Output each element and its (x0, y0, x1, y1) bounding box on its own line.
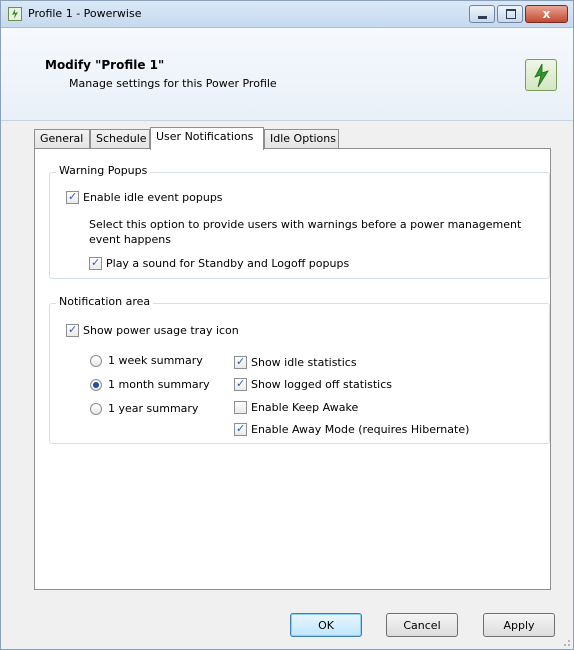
window-title: Profile 1 - Powerwise (28, 7, 142, 20)
checkbox-label: Show logged off statistics (251, 378, 393, 391)
enable-away-mode-option[interactable]: Enable Away Mode (requires Hibernate) (234, 422, 470, 436)
radio-label: 1 month summary (108, 378, 210, 391)
tab-label: General (40, 132, 84, 145)
checkbox-label: Show idle statistics (251, 356, 357, 369)
enable-idle-popups-option[interactable]: Enable idle event popups (66, 190, 223, 204)
tab-label: User Notifications (156, 130, 254, 143)
show-idle-statistics-checkbox[interactable] (234, 355, 247, 369)
radio-label: 1 week summary (108, 354, 203, 367)
show-logged-off-statistics-checkbox[interactable] (234, 377, 247, 391)
close-button[interactable]: x (525, 5, 568, 23)
tab-idle-options[interactable]: Idle Options (264, 129, 339, 149)
play-sound-option[interactable]: Play a sound for Standby and Logoff popu… (89, 256, 350, 270)
maximize-icon (506, 9, 516, 19)
dialog-header: Modify "Profile 1" Manage settings for t… (1, 28, 573, 121)
resize-grip-icon[interactable] (561, 637, 571, 647)
checkbox-label: Show power usage tray icon (83, 324, 239, 337)
show-tray-icon-option[interactable]: Show power usage tray icon (66, 323, 239, 337)
radio-label: 1 year summary (108, 402, 199, 415)
summary-option-1-week[interactable]: 1 week summary (90, 354, 203, 367)
show-logged-off-statistics-option[interactable]: Show logged off statistics (234, 377, 393, 391)
enable-keep-awake-checkbox[interactable] (234, 401, 247, 414)
show-idle-statistics-option[interactable]: Show idle statistics (234, 355, 357, 369)
radio-button[interactable] (90, 378, 102, 391)
dialog-window: Profile 1 - Powerwise x Modify "Profile … (0, 0, 574, 650)
header-title: Modify "Profile 1" (45, 58, 165, 72)
tab-label: Idle Options (270, 132, 336, 145)
enable-away-mode-checkbox[interactable] (234, 422, 247, 436)
tab-user-notifications[interactable]: User Notifications (150, 127, 264, 150)
summary-option-1-month[interactable]: 1 month summary (90, 378, 210, 391)
radio-button[interactable] (90, 354, 102, 367)
tab-general[interactable]: General (34, 129, 90, 149)
close-icon: x (542, 7, 551, 21)
title-bar[interactable]: Profile 1 - Powerwise x (1, 1, 573, 28)
show-tray-icon-checkbox[interactable] (66, 323, 79, 337)
powerwise-logo-icon (525, 59, 557, 91)
app-icon (8, 7, 22, 21)
enable-idle-popups-checkbox[interactable] (66, 190, 79, 204)
radio-button[interactable] (90, 402, 102, 415)
checkbox-label: Enable idle event popups (83, 191, 223, 204)
header-subtitle: Manage settings for this Power Profile (69, 77, 277, 90)
cancel-button[interactable]: Cancel (386, 613, 458, 637)
checkbox-label: Enable Keep Awake (251, 401, 359, 414)
ok-button[interactable]: OK (290, 613, 362, 637)
minimize-icon (478, 16, 487, 19)
checkbox-label: Enable Away Mode (requires Hibernate) (251, 423, 470, 436)
group-title: Warning Popups (56, 164, 151, 177)
tab-label: Schedule (96, 132, 147, 145)
checkbox-label: Play a sound for Standby and Logoff popu… (106, 257, 350, 270)
apply-button[interactable]: Apply (483, 613, 555, 637)
group-title: Notification area (56, 295, 154, 308)
summary-option-1-year[interactable]: 1 year summary (90, 402, 198, 415)
warning-popups-description: Select this option to provide users with… (89, 218, 522, 246)
maximize-button[interactable] (497, 5, 523, 23)
minimize-button[interactable] (469, 5, 495, 23)
enable-keep-awake-option[interactable]: Enable Keep Awake (234, 401, 358, 414)
tab-schedule[interactable]: Schedule (90, 129, 150, 149)
play-sound-checkbox[interactable] (89, 256, 102, 270)
